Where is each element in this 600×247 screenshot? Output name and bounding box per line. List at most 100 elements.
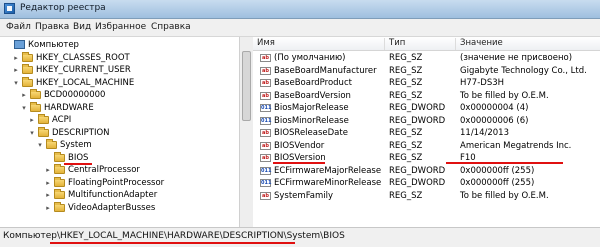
tree-item[interactable]: ▾ HARDWARE (0, 101, 238, 114)
menu-favorites[interactable]: Избранное (95, 22, 146, 32)
value-type: REG_DWORD (389, 178, 446, 188)
value-name: BiosMinorRelease (274, 115, 349, 126)
tree-item[interactable]: Компьютер (0, 39, 238, 51)
values-list[interactable]: Имя Тип Значение ab (По умолчанию) REG_SZ(… (253, 37, 600, 227)
value-type: REG_SZ (389, 153, 423, 163)
menu-file[interactable]: Файл (6, 22, 31, 32)
tree-item[interactable]: ▸ VideoAdapterBusses (0, 201, 238, 214)
expand-arrow-icon[interactable]: ▸ (12, 66, 20, 74)
value-type: REG_DWORD (389, 103, 446, 113)
value-data: (значение не присвоено) (460, 53, 573, 63)
value-row[interactable]: ab BaseBoardManufacturer REG_SZ Gigabyte Te… (253, 65, 600, 77)
value-type: REG_SZ (389, 53, 423, 63)
value-row[interactable]: 011 BiosMajorRelease REG_DWORD 0x00000004 (… (253, 102, 600, 114)
tree-scrollbar[interactable] (239, 37, 253, 227)
tree-item-label: BCD00000000 (44, 90, 106, 100)
value-name: BaseBoardVersion (274, 90, 351, 101)
dword-value-icon: 011 (260, 104, 272, 112)
value-type: REG_SZ (389, 78, 423, 88)
dword-value-icon: 011 (260, 179, 272, 187)
value-name: (По умолчанию) (274, 53, 346, 63)
column-header-type[interactable]: Тип (385, 38, 456, 50)
dword-value-icon: 011 (260, 166, 272, 175)
value-row[interactable]: ab BIOSReleaseDate REG_SZ 11/14/2013 (253, 127, 600, 139)
value-row[interactable]: ab BaseBoardProduct REG_SZ H77-DS3H (253, 77, 600, 89)
tree-item[interactable]: ▸ BCD00000000 (0, 89, 238, 101)
value-type: REG_SZ (389, 128, 423, 138)
expand-arrow-icon[interactable]: ▸ (28, 116, 36, 124)
value-data: 0x00000006 (6) (460, 115, 529, 126)
dword-value-icon: 011 (260, 116, 272, 125)
column-header-name[interactable]: Имя (253, 38, 385, 50)
folder-icon (30, 89, 41, 99)
tree-item[interactable]: ▸ ACPI (0, 114, 238, 126)
collapse-arrow-icon[interactable]: ▾ (28, 129, 36, 137)
tree-item[interactable]: ▸ CentralProcessor (0, 164, 238, 176)
value-row[interactable]: ab BIOSVendor REG_SZ American Megatrends In… (253, 140, 600, 152)
value-data: 0x000000ff (255) (460, 178, 535, 188)
expand-arrow-icon[interactable]: ▸ (12, 54, 20, 62)
folder-icon (22, 76, 33, 87)
value-row[interactable]: 011 BiosMinorRelease REG_DWORD 0x00000006 (… (253, 115, 600, 127)
value-type: REG_SZ (389, 140, 423, 151)
tree-item[interactable]: ▸ HKEY_CURRENT_USER (0, 64, 238, 76)
tree-item[interactable]: ▾ System (0, 139, 238, 151)
folder-icon (54, 151, 65, 162)
folder-icon (54, 176, 65, 187)
menu-edit[interactable]: Правка (35, 22, 69, 32)
registry-tree[interactable]: Компьютер ▸ HKEY_CLASSES_ROOT ▸ HKEY_CURRENT… (0, 37, 253, 227)
tree-item-label: HKEY_CURRENT_USER (36, 65, 131, 75)
folder-icon (38, 114, 49, 124)
tree-item[interactable]: ▾ DESCRIPTION (0, 126, 238, 139)
tree-item-label: FloatingPointProcessor (68, 177, 165, 188)
title-bar: Редактор реестра (0, 0, 600, 19)
value-data: To be filled by O.E.M. (460, 90, 549, 101)
scrollbar-thumb[interactable] (242, 51, 251, 121)
expand-arrow-icon[interactable]: ▸ (44, 204, 52, 212)
folder-icon (54, 164, 65, 174)
string-value-icon: ab (260, 154, 271, 162)
expand-arrow-icon[interactable]: ▸ (44, 191, 52, 199)
collapse-arrow-icon[interactable]: ▾ (36, 141, 44, 149)
value-name: SystemFamily (274, 190, 334, 201)
value-row[interactable]: ab (По умолчанию) REG_SZ (значение не присв… (253, 52, 600, 64)
annotation-underline-name (273, 162, 325, 164)
value-type: REG_DWORD (389, 115, 446, 126)
tree-item-label: HARDWARE (44, 102, 94, 113)
list-header: Имя Тип Значение (253, 37, 600, 51)
folder-icon (46, 139, 57, 149)
value-row[interactable]: ab BaseBoardVersion REG_SZ To be filled by … (253, 90, 600, 102)
value-data: 0x00000004 (4) (460, 103, 529, 113)
tree-item-label: Компьютер (28, 40, 79, 50)
value-name: BIOSReleaseDate (274, 128, 348, 138)
tree-item-label: VideoAdapterBusses (68, 202, 156, 213)
tree-item[interactable]: ▸ HKEY_CLASSES_ROOT (0, 51, 238, 64)
tree-item-label: ACPI (52, 115, 72, 125)
string-value-icon: ab (260, 141, 271, 150)
tree-item[interactable]: BIOS (0, 151, 238, 165)
menu-view[interactable]: Вид (73, 22, 91, 32)
value-row[interactable]: 011 ECFirmwareMinorRelease REG_DWORD 0x0000… (253, 177, 600, 189)
string-value-icon: ab (260, 191, 271, 200)
collapse-arrow-icon[interactable]: ▾ (12, 79, 20, 87)
value-type: REG_SZ (389, 190, 423, 201)
tree-item[interactable]: ▸ FloatingPointProcessor (0, 176, 238, 189)
value-name: ECFirmwareMajorRelease (274, 165, 382, 176)
menu-help[interactable]: Справка (151, 22, 191, 32)
value-row[interactable]: 011 ECFirmwareMajorRelease REG_DWORD 0x0000… (253, 165, 600, 177)
collapse-arrow-icon[interactable]: ▾ (20, 104, 28, 112)
tree-item[interactable]: ▸ MultifunctionAdapter (0, 189, 238, 201)
tree-item[interactable]: ▾ HKEY_LOCAL_MACHINE (0, 76, 238, 89)
value-type: REG_DWORD (389, 165, 446, 176)
string-value-icon: ab (260, 79, 271, 87)
value-type: REG_SZ (389, 65, 423, 76)
expand-arrow-icon[interactable]: ▸ (44, 166, 52, 174)
expand-arrow-icon[interactable]: ▸ (44, 179, 52, 187)
expand-arrow-icon[interactable]: ▸ (20, 91, 28, 99)
tree-item-label: CentralProcessor (68, 165, 140, 175)
column-header-value[interactable]: Значение (456, 38, 600, 50)
folder-icon (38, 126, 49, 137)
value-data: H77-DS3H (460, 78, 505, 88)
string-value-icon: ab (260, 66, 271, 75)
value-row[interactable]: ab SystemFamily REG_SZ To be filled by O.E.… (253, 190, 600, 202)
